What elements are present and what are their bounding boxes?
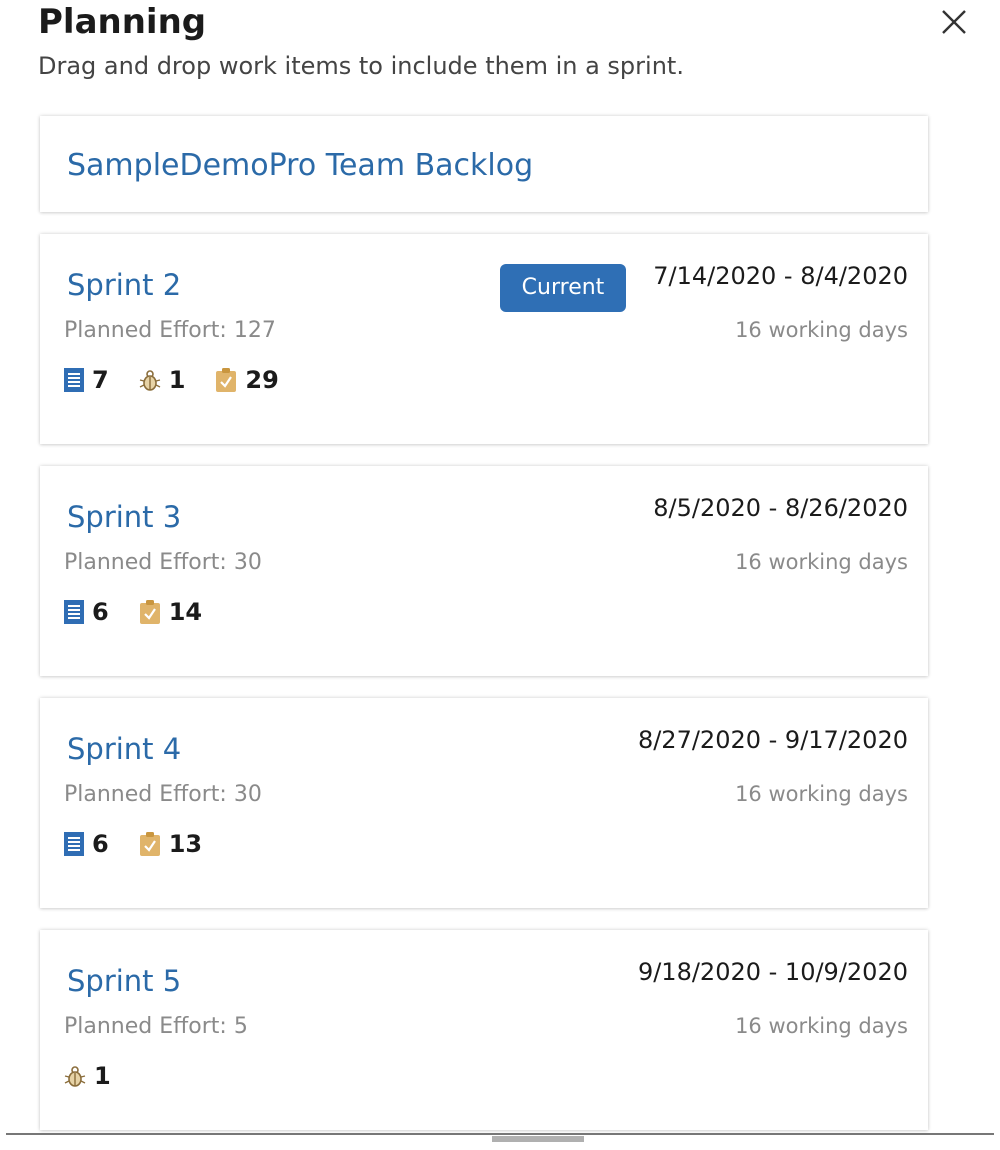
bug-icon xyxy=(139,370,161,391)
sprint-dates: 8/27/2020 - 9/17/2020 xyxy=(637,726,908,754)
story-count: 6 xyxy=(64,830,109,858)
user-story-icon xyxy=(64,832,84,856)
backlog-link[interactable]: SampleDemoPro Team Backlog xyxy=(67,148,533,183)
task-icon xyxy=(216,368,237,392)
bug-count-value: 1 xyxy=(94,1062,111,1090)
task-count: 29 xyxy=(215,366,279,394)
user-story-icon xyxy=(64,368,84,392)
sprint-name-link[interactable]: Sprint 2 xyxy=(67,268,181,302)
working-days: 16 working days xyxy=(735,782,908,806)
sprint-dates: 7/14/2020 - 8/4/2020 xyxy=(653,262,908,290)
story-count: 7 xyxy=(64,366,109,394)
sprint-card[interactable]: Sprint 3 8/5/2020 - 8/26/2020 Planned Ef… xyxy=(40,466,928,676)
working-days: 16 working days xyxy=(735,318,908,342)
working-days: 16 working days xyxy=(735,1014,908,1038)
sprint-dates: 8/5/2020 - 8/26/2020 xyxy=(653,494,908,522)
work-item-counts: 6 14 xyxy=(64,598,232,626)
backlog-card[interactable]: SampleDemoPro Team Backlog xyxy=(40,116,928,212)
working-days: 16 working days xyxy=(735,550,908,574)
close-button[interactable] xyxy=(936,4,972,40)
sprint-card[interactable]: Sprint 5 9/18/2020 - 10/9/2020 Planned E… xyxy=(40,930,928,1130)
work-item-counts: 7 1 29 xyxy=(64,366,309,394)
sprint-card[interactable]: Sprint 2 Current 7/14/2020 - 8/4/2020 Pl… xyxy=(40,234,928,444)
sprint-dates: 9/18/2020 - 10/9/2020 xyxy=(637,958,908,986)
task-icon xyxy=(139,600,160,624)
planned-effort: Planned Effort: 30 xyxy=(64,550,262,575)
planned-effort: Planned Effort: 5 xyxy=(64,1014,248,1039)
panel-title: Planning xyxy=(38,2,207,42)
task-count-value: 14 xyxy=(168,598,203,626)
planned-effort: Planned Effort: 127 xyxy=(64,318,276,343)
sprint-name-link[interactable]: Sprint 3 xyxy=(67,500,181,534)
story-count: 6 xyxy=(64,598,109,626)
story-count-value: 6 xyxy=(92,830,109,858)
current-badge: Current xyxy=(500,264,626,312)
sprint-card[interactable]: Sprint 4 8/27/2020 - 9/17/2020 Planned E… xyxy=(40,698,928,908)
task-count: 13 xyxy=(139,830,202,858)
task-count-value: 13 xyxy=(168,830,203,858)
planned-effort: Planned Effort: 30 xyxy=(64,782,262,807)
story-count-value: 6 xyxy=(92,598,109,626)
user-story-icon xyxy=(64,600,84,624)
work-item-counts: 6 13 xyxy=(64,830,232,858)
work-item-counts: 1 xyxy=(64,1062,141,1090)
bug-count: 1 xyxy=(139,366,186,394)
bug-count: 1 xyxy=(64,1062,111,1090)
panel-subtitle: Drag and drop work items to include them… xyxy=(38,52,684,80)
task-count: 14 xyxy=(139,598,202,626)
task-count-value: 29 xyxy=(245,366,279,394)
sprint-name-link[interactable]: Sprint 5 xyxy=(67,964,181,998)
sprint-name-link[interactable]: Sprint 4 xyxy=(67,732,181,766)
story-count-value: 7 xyxy=(92,366,109,394)
close-icon xyxy=(942,10,966,34)
taskbar-fragment xyxy=(492,1136,584,1142)
bug-icon xyxy=(64,1066,86,1087)
task-icon xyxy=(139,832,160,856)
bug-count-value: 1 xyxy=(168,366,186,394)
bottom-divider xyxy=(6,1133,994,1135)
